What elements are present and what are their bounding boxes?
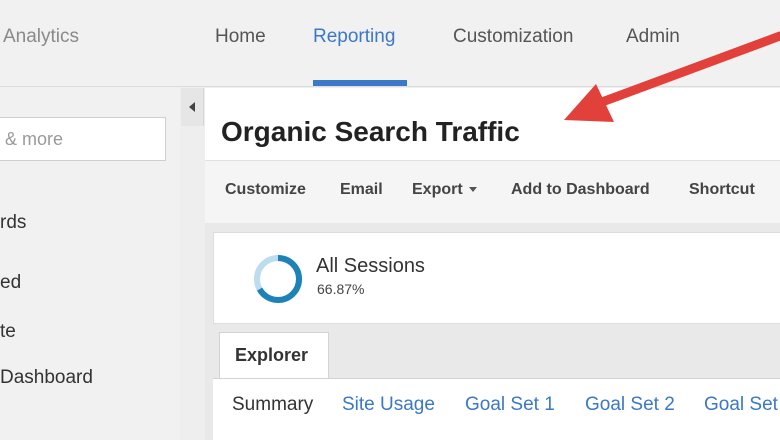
export-button[interactable]: Export xyxy=(412,181,477,199)
subtab-goal-set-2[interactable]: Goal Set 2 xyxy=(585,394,675,416)
sidebar-collapse-button[interactable] xyxy=(181,88,204,126)
segment-panel: All Sessions 66.87% xyxy=(213,232,780,324)
sidebar-item-shortcuts[interactable]: ed xyxy=(0,272,21,294)
title-bar: Organic Search Traffic xyxy=(205,88,780,160)
nav-tab-reporting[interactable]: Reporting xyxy=(313,26,395,48)
chevron-left-icon xyxy=(189,102,195,112)
subtab-goal-set-1[interactable]: Goal Set 1 xyxy=(465,394,555,416)
report-area: Organic Search Traffic Customize Email E… xyxy=(205,88,780,440)
customize-button[interactable]: Customize xyxy=(225,181,306,199)
app-name: Analytics xyxy=(3,26,80,47)
caret-down-icon xyxy=(468,187,477,193)
segment-progress-ring-icon xyxy=(254,255,302,303)
nav-tab-home[interactable]: Home xyxy=(215,26,266,48)
explorer-subtabs: Summary Site Usage Goal Set 1 Goal Set 2… xyxy=(213,378,780,440)
nav-tab-customization[interactable]: Customization xyxy=(453,26,573,48)
sidebar-item-dashboards[interactable]: rds xyxy=(0,212,26,234)
search-input[interactable] xyxy=(0,117,166,161)
add-to-dashboard-button[interactable]: Add to Dashboard xyxy=(511,181,650,199)
page-title: Organic Search Traffic xyxy=(221,116,520,147)
segment-name: All Sessions xyxy=(316,255,425,277)
email-button[interactable]: Email xyxy=(340,181,383,199)
shortcut-button[interactable]: Shortcut xyxy=(689,181,755,199)
analytics-screen: Analytics Home Reporting Customization A… xyxy=(0,0,780,440)
sidebar-item-intelligence[interactable]: te xyxy=(0,321,16,343)
tab-explorer[interactable]: Explorer xyxy=(219,332,329,378)
sidebar: rds ed te Dashboard xyxy=(0,87,180,440)
active-tab-indicator xyxy=(313,80,407,86)
subtab-summary[interactable]: Summary xyxy=(232,394,313,416)
report-toolbar: Customize Email Export Add to Dashboard … xyxy=(205,160,780,223)
subtab-goal-set[interactable]: Goal Set xyxy=(704,394,778,416)
subtab-site-usage[interactable]: Site Usage xyxy=(342,394,435,416)
segment-percent: 66.87% xyxy=(317,281,365,297)
export-label: Export xyxy=(412,181,463,198)
nav-tab-admin[interactable]: Admin xyxy=(626,26,680,48)
sidebar-item-dashboard[interactable]: Dashboard xyxy=(0,367,93,389)
top-nav: Analytics Home Reporting Customization A… xyxy=(0,0,780,87)
